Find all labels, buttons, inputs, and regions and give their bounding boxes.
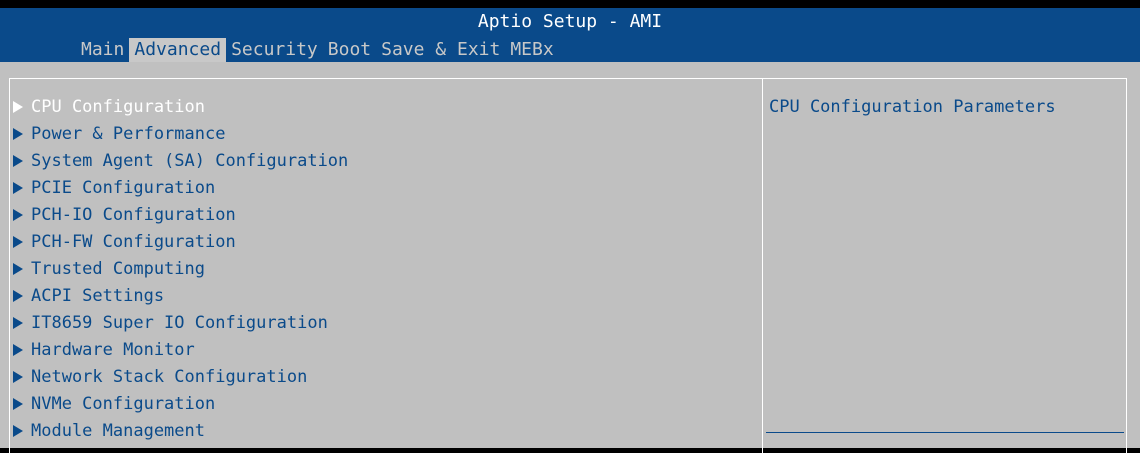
tab-boot[interactable]: Boot <box>323 38 376 62</box>
right-triangle-icon <box>13 100 23 113</box>
menu-item-pch-fw-configuration[interactable]: PCH-FW Configuration <box>12 228 760 255</box>
right-triangle-icon <box>13 316 23 329</box>
menu-list: CPU Configuration Power & Performance Sy… <box>12 93 760 444</box>
menu-item-cpu-configuration[interactable]: CPU Configuration <box>12 93 760 120</box>
menu-item-label: Hardware Monitor <box>31 339 195 360</box>
right-triangle-icon <box>13 424 23 437</box>
right-triangle-icon <box>13 154 23 167</box>
menu-item-power-performance[interactable]: Power & Performance <box>12 120 760 147</box>
right-triangle-icon <box>13 208 23 221</box>
tab-save-exit[interactable]: Save & Exit <box>376 38 505 62</box>
menu-item-super-io-configuration[interactable]: IT8659 Super IO Configuration <box>12 309 760 336</box>
content-area: CPU Configuration Power & Performance Sy… <box>0 62 1140 453</box>
tab-security[interactable]: Security <box>226 38 323 62</box>
menu-item-pch-io-configuration[interactable]: PCH-IO Configuration <box>12 201 760 228</box>
right-triangle-icon <box>13 370 23 383</box>
menu-item-label: System Agent (SA) Configuration <box>31 150 349 171</box>
menu-item-module-management[interactable]: Module Management <box>12 417 760 444</box>
menu-item-label: Power & Performance <box>31 123 226 144</box>
help-separator <box>766 432 1124 433</box>
app-title: Aptio Setup - AMI <box>477 11 663 32</box>
menu-item-label: NVMe Configuration <box>31 393 216 414</box>
panel-divider <box>762 78 763 453</box>
menu-item-label: PCH-IO Configuration <box>31 204 236 225</box>
menu-item-pcie-configuration[interactable]: PCIE Configuration <box>12 174 760 201</box>
menu-item-system-agent[interactable]: System Agent (SA) Configuration <box>12 147 760 174</box>
menu-item-label: Network Stack Configuration <box>31 366 308 387</box>
menu-item-label: PCIE Configuration <box>31 177 216 198</box>
top-border <box>0 0 1140 8</box>
menu-item-label: PCH-FW Configuration <box>31 231 236 252</box>
menu-item-label: Trusted Computing <box>31 258 205 279</box>
menu-item-label: Module Management <box>31 420 205 441</box>
header-bar: Aptio Setup - AMI Main Advanced Security… <box>0 8 1140 62</box>
tab-advanced[interactable]: Advanced <box>129 38 227 62</box>
tab-mebx[interactable]: MEBx <box>505 38 558 62</box>
right-triangle-icon <box>13 181 23 194</box>
menu-item-hardware-monitor[interactable]: Hardware Monitor <box>12 336 760 363</box>
right-triangle-icon <box>13 262 23 275</box>
menu-item-acpi-settings[interactable]: ACPI Settings <box>12 282 760 309</box>
help-text: CPU Configuration Parameters <box>769 97 1056 117</box>
menu-item-network-stack-configuration[interactable]: Network Stack Configuration <box>12 363 760 390</box>
tab-main[interactable]: Main <box>76 38 129 62</box>
right-triangle-icon <box>13 289 23 302</box>
tab-bar: Main Advanced Security Boot Save & Exit … <box>76 38 559 62</box>
menu-item-label: IT8659 Super IO Configuration <box>31 312 328 333</box>
right-triangle-icon <box>13 343 23 356</box>
right-triangle-icon <box>13 127 23 140</box>
menu-item-nvme-configuration[interactable]: NVMe Configuration <box>12 390 760 417</box>
right-triangle-icon <box>13 235 23 248</box>
menu-item-label: CPU Configuration <box>31 96 205 117</box>
menu-item-trusted-computing[interactable]: Trusted Computing <box>12 255 760 282</box>
menu-item-label: ACPI Settings <box>31 285 165 306</box>
right-triangle-icon <box>13 397 23 410</box>
